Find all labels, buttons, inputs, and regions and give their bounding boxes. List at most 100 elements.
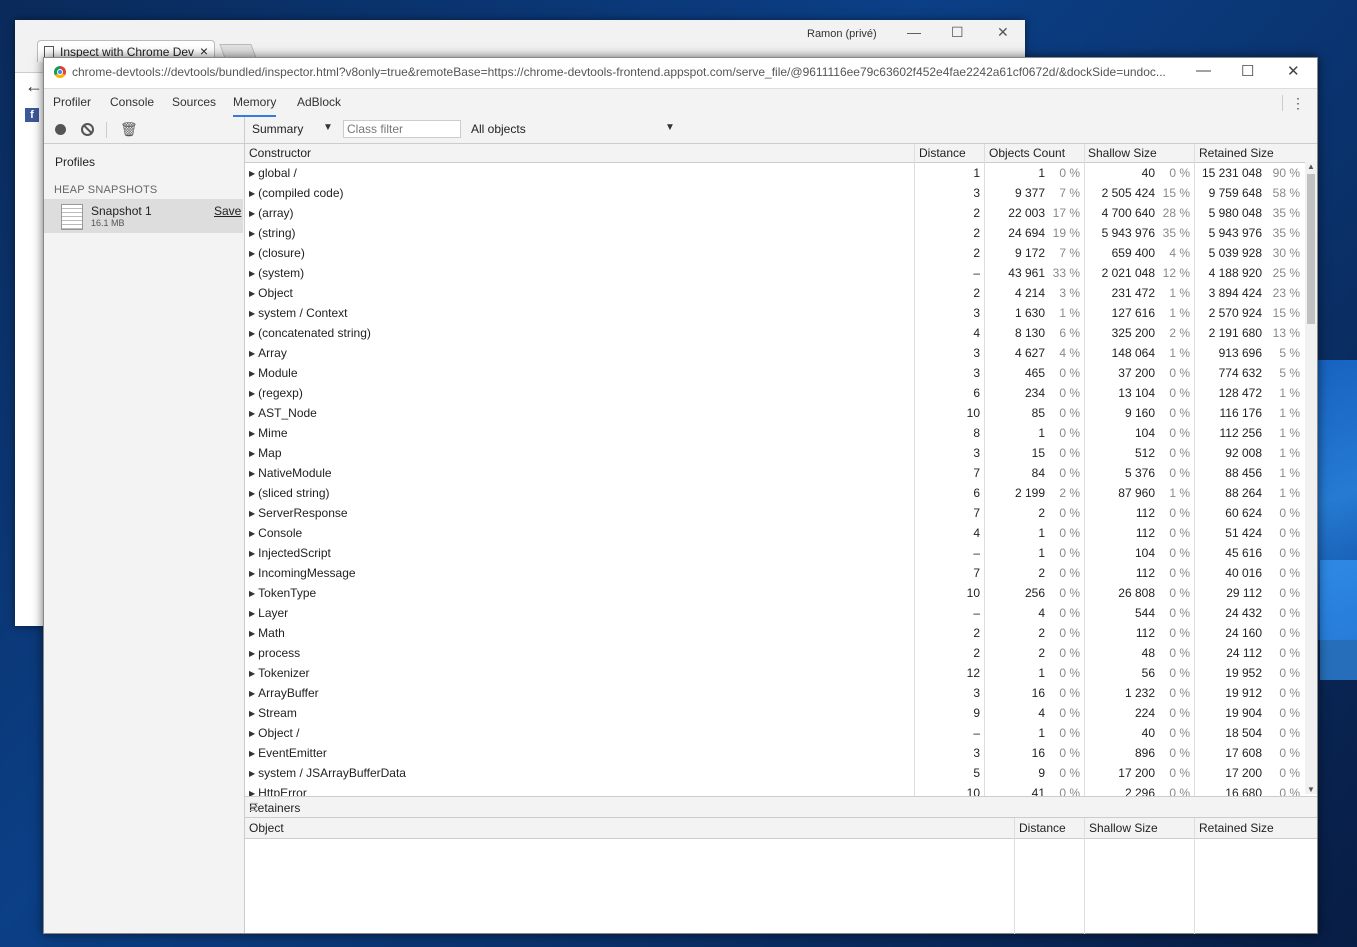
minimize-button[interactable]: —: [907, 24, 921, 40]
back-arrow-icon[interactable]: ←: [25, 76, 43, 97]
expand-triangle-icon[interactable]: ▶: [249, 169, 255, 178]
table-row[interactable]: ▶ Object / – 1 0 % 40 0 % 18 504 0 %: [245, 723, 1305, 743]
tab-adblock[interactable]: AdBlock: [297, 95, 341, 115]
table-row[interactable]: ▶ IncomingMessage 7 2 0 % 112 0 % 40 016 0 %: [245, 563, 1305, 583]
expand-triangle-icon[interactable]: ▶: [249, 289, 255, 298]
trash-icon[interactable]: 🗑: [120, 121, 138, 138]
table-row[interactable]: ▶ Tokenizer 12 1 0 % 56 0 % 19 952 0 %: [245, 663, 1305, 683]
chevron-down-icon[interactable]: ▼: [665, 122, 675, 133]
table-row[interactable]: ▶ (system) – 43 961 33 % 2 021 048 12 % 4 188 9…: [245, 263, 1305, 283]
tab-profiler[interactable]: Profiler: [53, 95, 91, 115]
expand-triangle-icon[interactable]: ▶: [249, 369, 255, 378]
expand-triangle-icon[interactable]: ▶: [249, 489, 255, 498]
table-row[interactable]: ▶ (array) 2 22 003 17 % 4 700 640 28 % 5 980 04…: [245, 203, 1305, 223]
expand-triangle-icon[interactable]: ▶: [249, 589, 255, 598]
shallow-size-column-header[interactable]: Shallow Size: [1089, 821, 1158, 835]
expand-triangle-icon[interactable]: ▶: [249, 569, 255, 578]
expand-triangle-icon[interactable]: ▶: [249, 689, 255, 698]
table-row[interactable]: ▶ ServerResponse 7 2 0 % 112 0 % 60 624 0 %: [245, 503, 1305, 523]
expand-triangle-icon[interactable]: ▶: [249, 549, 255, 558]
table-row[interactable]: ▶ (regexp) 6 234 0 % 13 104 0 % 128 472 1 %: [245, 383, 1305, 403]
tab-sources[interactable]: Sources: [172, 95, 216, 115]
table-row[interactable]: ▶ system / Context 3 1 630 1 % 127 616 1 % 2 57…: [245, 303, 1305, 323]
table-row[interactable]: ▶ NativeModule 7 84 0 % 5 376 0 % 88 456 1 %: [245, 463, 1305, 483]
expand-triangle-icon[interactable]: ▶: [249, 329, 255, 338]
class-filter-input[interactable]: [343, 120, 461, 138]
expand-triangle-icon[interactable]: ▶: [249, 749, 255, 758]
expand-triangle-icon[interactable]: ▶: [249, 389, 255, 398]
constructor-grid[interactable]: Constructor Distance Objects Count Shall…: [245, 144, 1317, 796]
scroll-up-icon[interactable]: ▲: [1307, 162, 1315, 171]
expand-triangle-icon[interactable]: ▶: [249, 629, 255, 638]
close-button[interactable]: ✕: [997, 24, 1009, 41]
table-row[interactable]: ▶ (closure) 2 9 172 7 % 659 400 4 % 5 039 928 30…: [245, 243, 1305, 263]
expand-triangle-icon[interactable]: ▶: [249, 609, 255, 618]
retained-size-column-header[interactable]: Retained Size: [1199, 146, 1274, 160]
tab-memory[interactable]: Memory: [233, 95, 277, 117]
table-row[interactable]: ▶ Console 4 1 0 % 112 0 % 51 424 0 %: [245, 523, 1305, 543]
more-options-icon[interactable]: ⋮: [1291, 95, 1305, 112]
record-icon[interactable]: [55, 124, 66, 135]
table-row[interactable]: ▶ global / 1 1 0 % 40 0 % 15 231 048 90 %: [245, 163, 1305, 183]
clear-icon[interactable]: [81, 123, 94, 136]
table-row[interactable]: ▶ (string) 2 24 694 19 % 5 943 976 35 % 5 943 9…: [245, 223, 1305, 243]
expand-triangle-icon[interactable]: ▶: [249, 429, 255, 438]
expand-triangle-icon[interactable]: ▶: [249, 229, 255, 238]
table-row[interactable]: ▶ system / JSArrayBufferData 5 9 0 % 17 200 0 …: [245, 763, 1305, 783]
table-row[interactable]: ▶ ArrayBuffer 3 16 0 % 1 232 0 % 19 912 0 %: [245, 683, 1305, 703]
close-button[interactable]: ✕: [1287, 62, 1300, 80]
table-row[interactable]: ▶ TokenType 10 256 0 % 26 808 0 % 29 112 0 %: [245, 583, 1305, 603]
view-select[interactable]: Summary: [252, 122, 303, 136]
scroll-down-icon[interactable]: ▼: [1307, 785, 1315, 794]
expand-triangle-icon[interactable]: ▶: [249, 669, 255, 678]
table-row[interactable]: ▶ Module 3 465 0 % 37 200 0 % 774 632 5 %: [245, 363, 1305, 383]
shallow-size-column-header[interactable]: Shallow Size: [1088, 146, 1157, 160]
table-row[interactable]: ▶ Layer – 4 0 % 544 0 % 24 432 0 %: [245, 603, 1305, 623]
maximize-button[interactable]: ☐: [951, 24, 964, 41]
retainers-bar[interactable]: Retainers ☰: [245, 797, 1317, 818]
table-row[interactable]: ▶ AST_Node 10 85 0 % 9 160 0 % 116 176 1 %: [245, 403, 1305, 423]
profile-name[interactable]: Ramon (privé): [807, 28, 877, 40]
table-row[interactable]: ▶ Stream 9 4 0 % 224 0 % 19 904 0 %: [245, 703, 1305, 723]
table-row[interactable]: ▶ (concatenated string) 4 8 130 6 % 325 200 2 …: [245, 323, 1305, 343]
table-row[interactable]: ▶ Map 3 15 0 % 512 0 % 92 008 1 %: [245, 443, 1305, 463]
object-column-header[interactable]: Object: [249, 821, 284, 835]
maximize-button[interactable]: ☐: [1241, 62, 1254, 80]
expand-triangle-icon[interactable]: ▶: [249, 269, 255, 278]
expand-triangle-icon[interactable]: ▶: [249, 509, 255, 518]
expand-triangle-icon[interactable]: ▶: [249, 349, 255, 358]
expand-triangle-icon[interactable]: ▶: [249, 249, 255, 258]
expand-triangle-icon[interactable]: ▶: [249, 649, 255, 658]
table-row[interactable]: ▶ EventEmitter 3 16 0 % 896 0 % 17 608 0 %: [245, 743, 1305, 763]
objects-select[interactable]: All objects: [471, 122, 526, 136]
table-row[interactable]: ▶ Mime 8 1 0 % 104 0 % 112 256 1 %: [245, 423, 1305, 443]
expand-triangle-icon[interactable]: ▶: [249, 709, 255, 718]
save-link[interactable]: Save: [214, 204, 241, 218]
expand-triangle-icon[interactable]: ▶: [249, 529, 255, 538]
expand-triangle-icon[interactable]: ▶: [249, 309, 255, 318]
resize-grip-icon[interactable]: ☰: [249, 801, 1311, 814]
table-row[interactable]: ▶ process 2 2 0 % 48 0 % 24 112 0 %: [245, 643, 1305, 663]
tab-console[interactable]: Console: [110, 95, 154, 115]
scrollbar-thumb[interactable]: [1307, 174, 1315, 324]
snapshot-item[interactable]: Snapshot 1 16.1 MB Save: [44, 199, 243, 233]
facebook-icon[interactable]: f: [25, 108, 39, 122]
table-row[interactable]: ▶ (compiled code) 3 9 377 7 % 2 505 424 15 % 9 …: [245, 183, 1305, 203]
table-row[interactable]: ▶ InjectedScript – 1 0 % 104 0 % 45 616 0 %: [245, 543, 1305, 563]
expand-triangle-icon[interactable]: ▶: [249, 729, 255, 738]
expand-triangle-icon[interactable]: ▶: [249, 409, 255, 418]
expand-triangle-icon[interactable]: ▶: [249, 189, 255, 198]
table-row[interactable]: ▶ HttpError 10 41 0 % 2 296 0 % 16 680 0 %: [245, 783, 1305, 796]
table-row[interactable]: ▶ (sliced string) 6 2 199 2 % 87 960 1 % 88 264…: [245, 483, 1305, 503]
expand-triangle-icon[interactable]: ▶: [249, 769, 255, 778]
distance-column-header[interactable]: Distance: [919, 146, 966, 160]
expand-triangle-icon[interactable]: ▶: [249, 789, 255, 796]
expand-triangle-icon[interactable]: ▶: [249, 209, 255, 218]
distance-column-header[interactable]: Distance: [1019, 821, 1066, 835]
grid-scrollbar[interactable]: ▲ ▼: [1305, 162, 1317, 794]
expand-triangle-icon[interactable]: ▶: [249, 449, 255, 458]
table-row[interactable]: ▶ Array 3 4 627 4 % 148 064 1 % 913 696 5 %: [245, 343, 1305, 363]
retained-size-column-header[interactable]: Retained Size: [1199, 821, 1274, 835]
constructor-column-header[interactable]: Constructor: [249, 146, 311, 160]
expand-triangle-icon[interactable]: ▶: [249, 469, 255, 478]
